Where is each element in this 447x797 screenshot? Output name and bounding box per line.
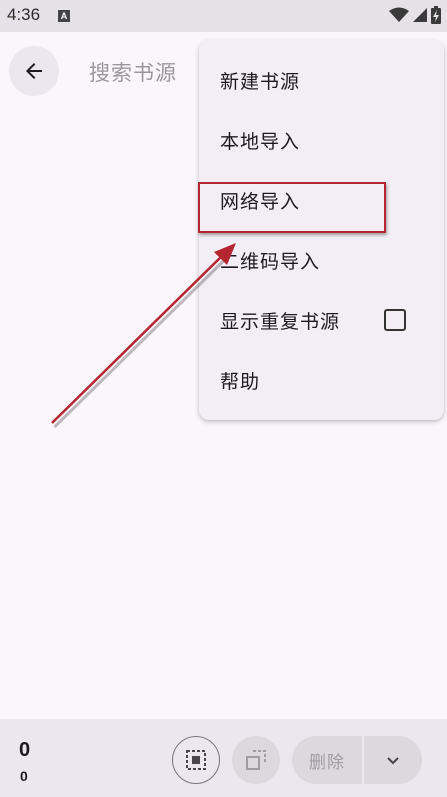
overflow-menu: 新建书源 本地导入 网络导入 二维码导入 显示重复书源 帮助 [199, 40, 444, 420]
invert-selection-icon [246, 750, 266, 770]
chevron-down-icon [387, 757, 399, 765]
menu-item-qrcode-import[interactable]: 二维码导入 [199, 230, 444, 290]
menu-item-label: 新建书源 [220, 70, 301, 93]
menu-item-label: 本地导入 [220, 130, 301, 153]
menu-item-new-source[interactable]: 新建书源 [199, 50, 444, 110]
signal-icon [413, 8, 427, 22]
wifi-icon [389, 7, 409, 22]
select-all-button[interactable] [172, 736, 220, 784]
total-count: 0 [20, 768, 28, 784]
menu-item-help[interactable]: 帮助 [199, 350, 444, 410]
select-all-icon [186, 750, 206, 770]
selected-count: 0 [19, 739, 31, 761]
battery-icon [431, 6, 441, 24]
menu-item-show-duplicates[interactable]: 显示重复书源 [199, 290, 444, 350]
delete-button[interactable]: 删除 [292, 736, 362, 784]
delete-button-label: 删除 [309, 752, 345, 773]
back-button[interactable] [9, 46, 59, 96]
menu-item-local-import[interactable]: 本地导入 [199, 110, 444, 170]
bottom-action-bar: 0 0 删除 [0, 719, 447, 797]
show-duplicates-checkbox[interactable] [384, 309, 406, 331]
status-time: 4:36 [7, 5, 41, 24]
menu-item-label: 帮助 [220, 370, 261, 393]
menu-item-label: 网络导入 [220, 190, 301, 213]
search-input[interactable]: 搜索书源 [89, 57, 177, 87]
more-actions-button[interactable] [364, 736, 422, 784]
status-icons [389, 6, 441, 24]
menu-item-network-import[interactable]: 网络导入 [199, 170, 444, 230]
invert-selection-button[interactable] [232, 736, 280, 784]
status-bar: 4:36 A [0, 0, 447, 32]
arrow-left-icon [26, 63, 42, 79]
menu-item-label: 显示重复书源 [220, 310, 341, 333]
menu-item-label: 二维码导入 [220, 250, 321, 273]
notification-a-icon: A [58, 10, 70, 22]
